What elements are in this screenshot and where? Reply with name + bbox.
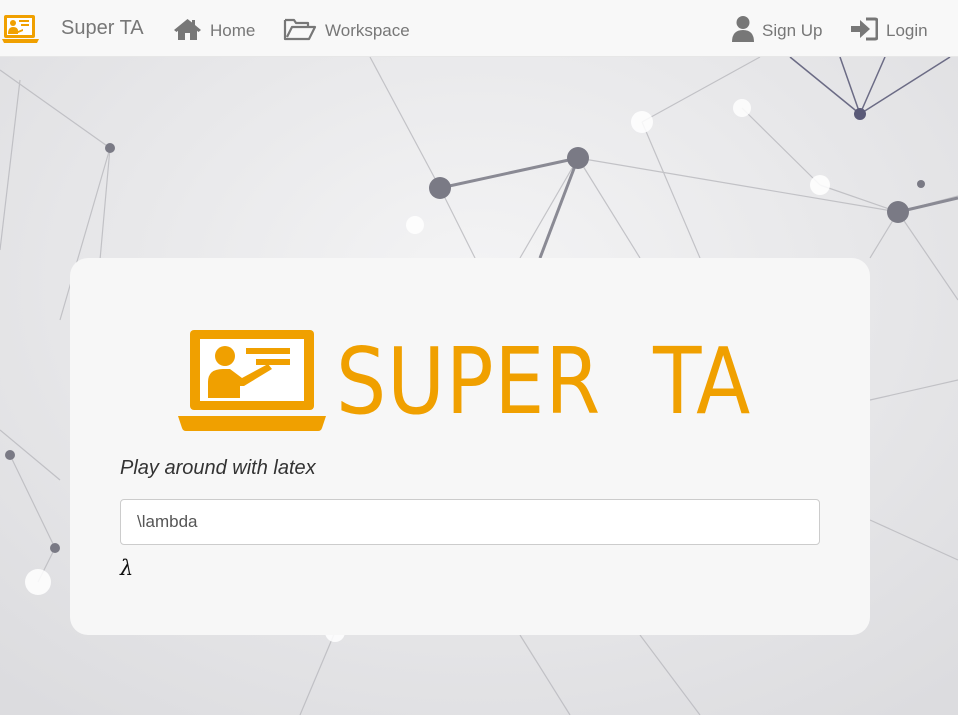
nav-home-link[interactable]: Home: [173, 0, 255, 57]
nav-signup-label: Sign Up: [762, 20, 823, 40]
nav-login-link[interactable]: Login: [850, 0, 928, 57]
folder-open-icon: [283, 16, 317, 42]
latex-rendered-output: λ: [120, 556, 134, 580]
latex-card: SUPER TA Play around with latex λ: [70, 258, 870, 635]
nav-login-label: Login: [886, 20, 928, 40]
brand-logo-icon[interactable]: [2, 14, 39, 46]
nav-signup-link[interactable]: Sign Up: [732, 0, 822, 57]
latex-prompt: Play around with latex: [120, 457, 316, 479]
teacher-laptop-icon: [178, 328, 326, 437]
home-icon: [173, 17, 202, 41]
navbar: Super TA Home Workspace Sign Up Login: [0, 0, 958, 57]
nav-workspace-link[interactable]: Workspace: [283, 0, 410, 57]
nav-workspace-label: Workspace: [325, 20, 410, 40]
nav-home-label: Home: [210, 20, 256, 40]
brand-link[interactable]: Super TA: [61, 0, 144, 57]
latex-input[interactable]: [120, 499, 820, 545]
sign-in-icon: [850, 17, 878, 41]
brand-name: Super TA: [61, 17, 144, 39]
hero-title: SUPER TA: [336, 328, 752, 435]
user-icon: [732, 15, 754, 43]
